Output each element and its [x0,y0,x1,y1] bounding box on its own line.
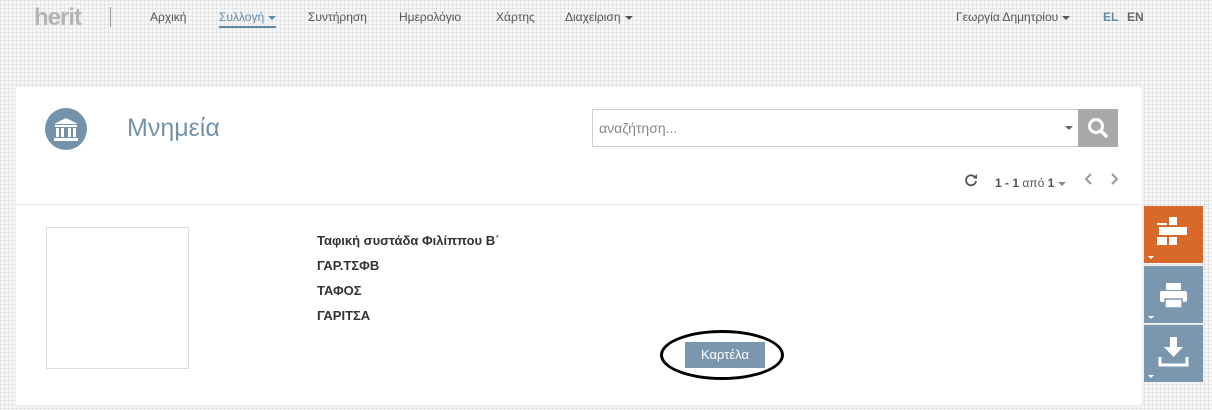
nav-map[interactable]: Χάρτης [496,10,535,24]
page-title: Μνημεία [127,114,220,142]
card-button[interactable]: Καρτέλα [685,342,765,368]
search-dropdown-icon[interactable] [1065,126,1073,130]
record-type: ΤΑΦΟΣ [317,283,362,298]
search-input[interactable] [593,110,1053,146]
pager-range: 1 - 1 [995,176,1020,190]
nav-home[interactable]: Αρχική [150,10,186,24]
user-name: Γεωργία Δημητρίου [956,10,1059,24]
next-page-icon[interactable] [1109,170,1121,193]
chevron-down-icon [1148,375,1154,378]
chevron-down-icon [1058,181,1067,186]
main-panel: Μνημεία 1 - 1 από 1 Ταφική συστάδα Φιλίπ… [15,86,1143,406]
record-thumbnail[interactable] [46,227,189,369]
pager-of: από [1022,176,1045,190]
record-name: Ταφική συστάδα Φιλίππου Β΄ [317,233,500,248]
chevron-down-icon [624,15,633,20]
chevron-down-icon [1148,316,1154,319]
nav-conservation[interactable]: Συντήρηση [308,10,367,24]
nav-collection-label: Συλλογή [219,10,265,24]
prev-page-icon[interactable] [1082,170,1094,193]
nav-administration[interactable]: Διαχείριση [565,10,633,24]
download-icon [1158,337,1189,367]
print-icon [1160,283,1187,309]
search-button[interactable] [1078,109,1118,147]
pager-total: 1 [1047,176,1055,190]
nav-collection[interactable]: Συλλογή [219,10,277,28]
nav-calendar[interactable]: Ημερολόγιο [399,10,461,24]
user-menu[interactable]: Γεωργία Δημητρίου [956,10,1071,24]
lang-el[interactable]: EL [1103,10,1118,24]
add-button[interactable] [1144,206,1203,263]
chevron-down-icon [1062,15,1071,20]
lang-en[interactable]: EN [1127,10,1144,24]
chevron-down-icon [1148,256,1154,259]
herit-logo[interactable]: herit [34,4,82,32]
search-icon [1088,118,1108,138]
logo-divider [110,7,111,27]
chevron-down-icon [268,15,277,20]
record-location: ΓΑΡΙΤΣΑ [317,308,371,323]
pager-info[interactable]: 1 - 1 από 1 [995,176,1067,190]
print-button[interactable] [1144,266,1203,323]
museum-icon [45,108,87,150]
record-code: ΓΑΡ.ΤΣΦΒ [317,258,380,273]
add-icon [1157,215,1189,247]
search-box [592,109,1079,147]
top-navbar: herit Αρχική Συλλογή Συντήρηση Ημερολόγι… [0,0,1212,34]
refresh-icon[interactable] [964,173,978,191]
nav-administration-label: Διαχείριση [565,10,621,24]
download-button[interactable] [1144,325,1203,382]
